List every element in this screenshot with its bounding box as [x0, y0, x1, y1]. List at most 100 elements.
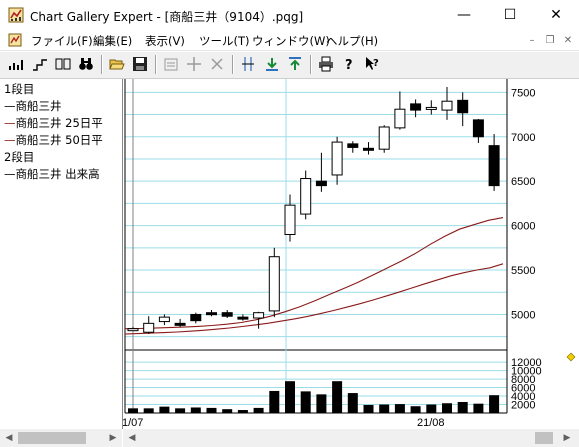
delete-x-icon [211, 58, 223, 70]
volume-bar [300, 391, 311, 413]
candle [237, 314, 249, 321]
scroll-left-icon[interactable]: ◀ [124, 430, 140, 446]
volume-bar [269, 390, 280, 413]
app-logo-icon [8, 7, 24, 23]
candle [143, 316, 155, 335]
properties-button[interactable] [161, 54, 181, 74]
menu-view[interactable]: 表示(V) [145, 33, 185, 49]
crosshair-button[interactable] [184, 54, 204, 74]
chart-scrollbar[interactable]: ◀ ▶ [123, 429, 579, 447]
document-icon [8, 33, 22, 47]
legend-line: —商船三井 出来高 [4, 166, 100, 182]
legend-line: 1段目 [4, 81, 34, 97]
mdi-restore-button[interactable]: ❐ [543, 34, 557, 47]
close-button[interactable]: ✕ [533, 0, 579, 30]
volume-bar [473, 403, 484, 413]
candle-body [410, 103, 422, 111]
menu-tools[interactable]: ツール(T) [199, 33, 250, 49]
candle-body [347, 143, 359, 148]
volume-bar [457, 401, 468, 413]
candle-body [174, 322, 186, 326]
menu-bar: ファイル(F) 編集(E) 表示(V) ツール(T) ウィンドウ(W) ヘルプ(… [0, 31, 579, 51]
toolbar-separator [232, 55, 234, 74]
candle [472, 118, 484, 143]
candle-body [315, 180, 327, 187]
scroll-thumb[interactable] [535, 432, 553, 444]
two-panes-button[interactable] [53, 54, 73, 74]
download-button[interactable] [262, 54, 282, 74]
svg-text:?: ? [373, 58, 379, 69]
step-chart-button[interactable] [30, 54, 50, 74]
legend-swatch: — [4, 167, 16, 181]
volume-bar [222, 409, 233, 413]
menu-help[interactable]: ヘルプ(H) [326, 33, 378, 49]
legend-swatch: — [4, 133, 16, 147]
mdi-close-button[interactable]: ✕ [561, 34, 575, 47]
candlesticks [127, 86, 500, 335]
save-button[interactable] [130, 54, 150, 74]
legend-pane: 1段目 —商船三井 —商船三井 25日平 —商船三井 50日平 2段目 —商船三… [0, 79, 123, 429]
legend-label: 商船三井 [15, 99, 62, 113]
svg-text:?: ? [345, 58, 353, 72]
candle-body [206, 312, 217, 316]
volume-bars [128, 381, 500, 413]
legend-line: —商船三井 25日平 [4, 115, 103, 131]
save-disk-icon [133, 57, 147, 71]
price-tick-label: 6000 [511, 221, 535, 233]
legend-scrollbar[interactable]: ◀ ▶ [0, 429, 122, 447]
minimize-button[interactable]: — [441, 0, 487, 30]
crosshair-icon [187, 57, 201, 71]
menu-file[interactable]: ファイル(F) [31, 33, 93, 49]
volume-bar [190, 407, 201, 413]
candle [378, 125, 390, 153]
legend-line: —商船三井 [4, 98, 62, 114]
upload-button[interactable] [285, 54, 305, 74]
scroll-thumb[interactable] [18, 432, 86, 444]
search-button[interactable] [76, 54, 96, 74]
properties-icon [164, 58, 178, 71]
candle-body [488, 145, 500, 187]
volume-grid [125, 361, 507, 406]
candle-body [253, 312, 265, 319]
candle-body [190, 313, 202, 322]
volume-bar [394, 404, 405, 413]
print-button[interactable] [316, 54, 336, 74]
candle [331, 136, 343, 185]
legend-line: —商船三井 50日平 [4, 132, 103, 148]
menu-edit[interactable]: 編集(E) [93, 33, 132, 49]
price-tick-label: 6500 [511, 176, 535, 188]
candle-body [378, 126, 390, 150]
legend-label: 商船三井 25日平 [15, 116, 103, 130]
bar-chart-icon [9, 60, 23, 70]
volume-bar [253, 407, 264, 413]
help-button[interactable]: ? [339, 54, 359, 74]
legend-swatch: — [4, 116, 16, 130]
cursor-lines-button[interactable] [238, 54, 258, 74]
scroll-right-icon[interactable]: ▶ [105, 430, 121, 446]
stock-chart[interactable]: 5000 5500 6000 6500 7000 7500 200040006000800… [122, 79, 579, 429]
bar-chart-button[interactable] [6, 54, 26, 74]
candle-body [143, 322, 155, 333]
context-help-button[interactable]: ? [362, 54, 382, 74]
candle-body [237, 316, 249, 320]
volume-bar [143, 408, 154, 413]
scroll-left-icon[interactable]: ◀ [1, 430, 17, 446]
delete-button[interactable] [207, 54, 227, 74]
binoculars-icon [79, 58, 93, 70]
mdi-minimize-button[interactable]: – [525, 34, 539, 47]
candle-body [127, 328, 139, 332]
moving-averages [124, 217, 504, 335]
candle-body [284, 204, 296, 235]
toolbar-separator [155, 55, 157, 74]
volume-axis: 20004000600080001000012000 [511, 357, 542, 411]
legend-line: 2段目 [4, 149, 34, 165]
candle-body [158, 316, 170, 323]
open-folder-icon [109, 59, 125, 70]
open-button[interactable] [107, 54, 127, 74]
chart-area[interactable]: 5000 5500 6000 6500 7000 7500 2000 4000 6000 800… [122, 79, 579, 429]
menu-window[interactable]: ウィンドウ(W) [252, 33, 330, 49]
volume-bar [316, 394, 327, 413]
scroll-right-icon[interactable]: ▶ [559, 430, 575, 446]
maximize-button[interactable]: ☐ [487, 0, 533, 30]
legend-label: 2段目 [4, 150, 35, 164]
